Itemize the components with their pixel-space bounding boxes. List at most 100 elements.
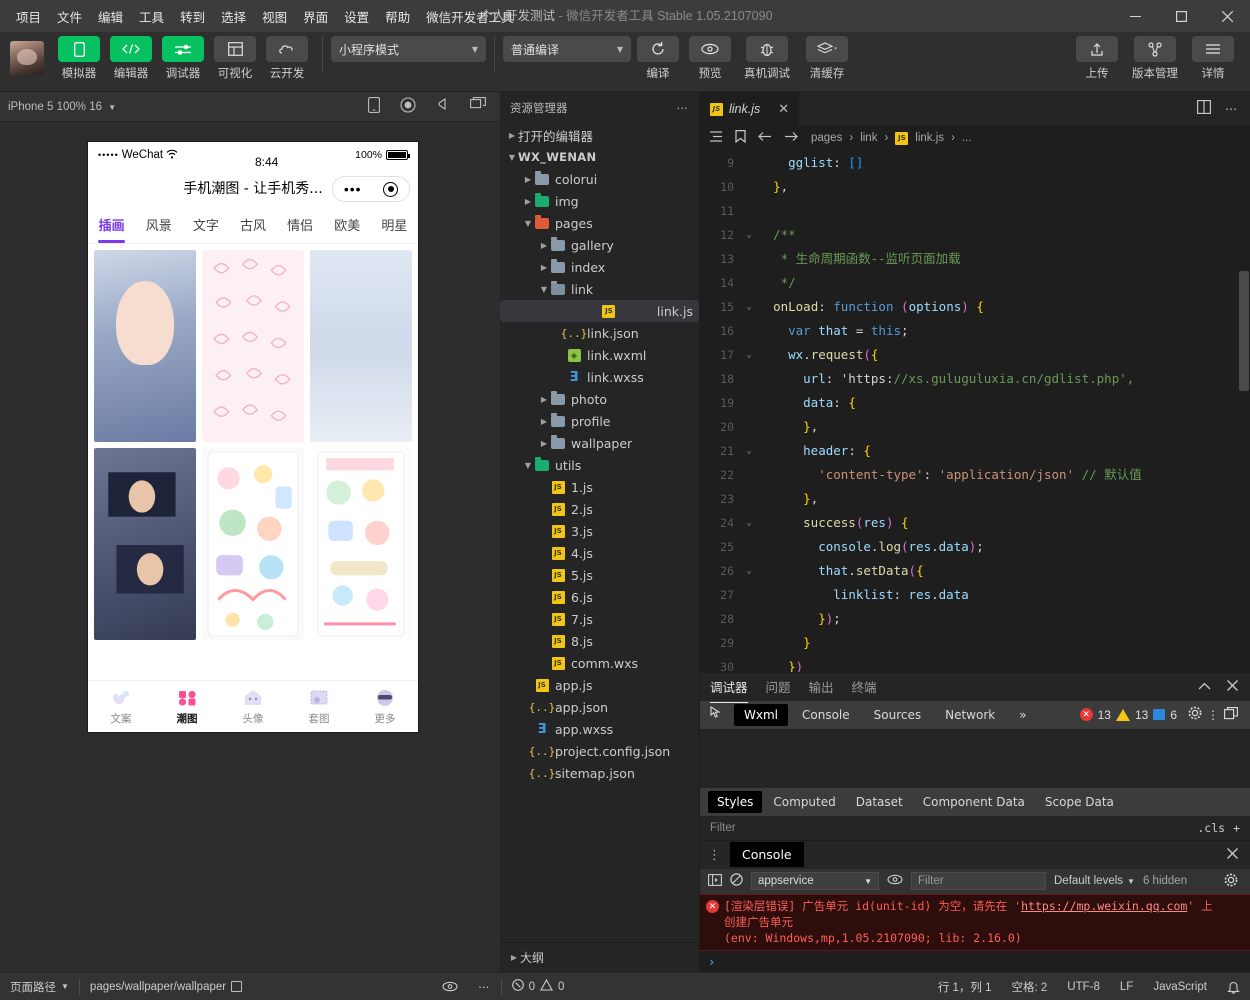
file-tree-item-project-config-json[interactable]: {..} project.config.json xyxy=(500,740,699,762)
file-tree-item-6-js[interactable]: JS 6.js xyxy=(500,586,699,608)
grid-item[interactable] xyxy=(310,448,412,640)
fold-chevron-icon[interactable]: ⌄ xyxy=(740,511,758,535)
close-icon[interactable]: ✕ xyxy=(778,101,789,117)
file-tree-item-link[interactable]: ▼ link xyxy=(500,278,699,300)
breadcrumb-file[interactable]: link.js xyxy=(915,132,944,144)
more-icon[interactable]: ⋯ xyxy=(1225,102,1238,116)
console-sidebar-toggle-icon[interactable] xyxy=(708,873,722,889)
screen-icon[interactable] xyxy=(470,97,486,116)
add-rule-button[interactable]: + xyxy=(1233,821,1240,835)
fold-chevron-icon[interactable]: ⌄ xyxy=(740,559,758,583)
fold-chevron-icon[interactable]: ⌄ xyxy=(740,223,758,247)
file-tree-item-gallery[interactable]: ▶ gallery xyxy=(500,234,699,256)
status-more[interactable]: ⋯ xyxy=(468,973,501,1000)
menu-item-edit[interactable]: 编辑 xyxy=(90,3,131,30)
editor-tab-linkjs[interactable]: JS link.js ✕ xyxy=(700,92,800,126)
file-tree-item-sitemap-json[interactable]: {..} sitemap.json xyxy=(500,762,699,784)
styles-tab-dataset[interactable]: Dataset xyxy=(847,791,912,813)
phone-tabbar-item-chaotu[interactable]: 潮图 xyxy=(154,681,220,732)
file-tree-item-7-js[interactable]: JS 7.js xyxy=(500,608,699,630)
file-tree-item-index[interactable]: ▶ index xyxy=(500,256,699,278)
styles-tab-scope-data[interactable]: Scope Data xyxy=(1036,791,1123,813)
breadcrumb-link[interactable]: link xyxy=(860,132,877,144)
fold-chevron-icon[interactable]: ⌄ xyxy=(740,295,758,319)
status-encoding[interactable]: UTF-8 xyxy=(1057,973,1110,1000)
bookmark-icon[interactable] xyxy=(735,130,746,146)
chevron-right-icon[interactable]: ▶ xyxy=(538,395,550,404)
toolbar-realdevice-button[interactable]: 真机调试 xyxy=(737,36,797,81)
status-indent[interactable]: 空格: 2 xyxy=(1002,973,1058,1000)
file-tree-item-img[interactable]: ▶ img xyxy=(500,190,699,212)
console-context-select[interactable]: appservice ▼ xyxy=(751,872,879,891)
devtools-tab-overflow[interactable]: » xyxy=(1009,704,1036,726)
styles-tab-computed[interactable]: Computed xyxy=(764,791,844,813)
code-area[interactable]: 9 gglist: [] 10 }, 11 12 ⌄ /** 13 * 生命周期函数--监… xyxy=(700,151,1250,672)
file-tree-item-link-json[interactable]: {..} link.json xyxy=(500,322,699,344)
file-tree-item-comm-wxs[interactable]: JS comm.wxs xyxy=(500,652,699,674)
file-tree-item-link-wxml[interactable]: ◈ link.wxml xyxy=(500,344,699,366)
compile-select[interactable]: 普通编译 ▼ xyxy=(503,36,631,62)
fold-chevron-icon[interactable]: ⌄ xyxy=(740,439,758,463)
console-prompt[interactable]: › xyxy=(700,951,1250,972)
menu-item-goto[interactable]: 转到 xyxy=(172,3,213,30)
menu-item-settings[interactable]: 设置 xyxy=(336,3,377,30)
capsule-more-icon[interactable]: ••• xyxy=(344,182,362,196)
phone-tab-qinglv[interactable]: 情侣 xyxy=(277,208,324,243)
device-selector[interactable]: iPhone 5 100% 16 ▼ xyxy=(8,101,116,113)
file-tree-item-profile[interactable]: ▶ profile xyxy=(500,410,699,432)
toolbar-details-button[interactable]: 详情 xyxy=(1188,36,1238,81)
chevron-right-icon[interactable]: ▶ xyxy=(506,131,518,140)
kebab-icon[interactable]: ⋮ xyxy=(708,847,722,863)
chevron-right-icon[interactable]: ▶ xyxy=(522,175,534,184)
console-levels-select[interactable]: Default levels ▼ xyxy=(1054,875,1135,887)
scrollbar-thumb[interactable] xyxy=(1239,271,1249,392)
chevron-down-icon[interactable]: ▼ xyxy=(538,285,550,294)
outline-icon[interactable] xyxy=(710,131,723,145)
phone-tabbar-item-gengduo[interactable]: 更多 xyxy=(352,681,418,732)
chevron-right-icon[interactable]: ▶ xyxy=(538,241,550,250)
avatar[interactable] xyxy=(10,41,44,75)
target-icon[interactable] xyxy=(383,181,399,197)
file-tree-item-app-json[interactable]: {..} app.json xyxy=(500,696,699,718)
collapse-icon[interactable] xyxy=(1198,680,1211,694)
devtools-tab-console[interactable]: Console xyxy=(792,704,860,726)
status-cursor-position[interactable]: 行 1，列 1 xyxy=(928,973,1002,1000)
phone-tabbar-item-wenan[interactable]: 文案 xyxy=(88,681,154,732)
editor-scrollbar[interactable] xyxy=(1236,151,1250,672)
back-arrow-icon[interactable] xyxy=(758,131,772,145)
close-button[interactable] xyxy=(1204,0,1250,32)
breadcrumb-ellipsis[interactable]: ... xyxy=(962,132,972,144)
grid-item[interactable] xyxy=(202,250,304,442)
clear-console-icon[interactable] xyxy=(730,873,743,889)
menu-item-interface[interactable]: 界面 xyxy=(295,3,336,30)
styles-filter-input[interactable]: Filter xyxy=(710,822,736,834)
devtools-tab-wxml[interactable]: Wxml xyxy=(734,703,788,726)
file-tree-item-3-js[interactable]: JS 3.js xyxy=(500,520,699,542)
mode-select[interactable]: 小程序模式 ▼ xyxy=(331,36,486,62)
devtools-tab-sources[interactable]: Sources xyxy=(864,704,931,726)
wechat-capsule[interactable]: ••• xyxy=(332,176,410,202)
status-eye[interactable] xyxy=(432,973,468,1000)
toolbar-visual-button[interactable]: 可视化 xyxy=(210,36,260,81)
file-tree-item-colorui[interactable]: ▶ colorui xyxy=(500,168,699,190)
styles-tab-component-data[interactable]: Component Data xyxy=(914,791,1034,813)
menu-item-project[interactable]: 项目 xyxy=(8,3,49,30)
chevron-right-icon[interactable]: ▶ xyxy=(522,197,534,206)
status-page-path-label[interactable]: 页面路径 ▼ xyxy=(0,973,79,1000)
phone-tab-mingxing[interactable]: 明星 xyxy=(371,208,418,243)
phone-tab-wenzi[interactable]: 文字 xyxy=(182,208,229,243)
chevron-down-icon[interactable]: ▼ xyxy=(522,219,534,228)
panel-tab-output[interactable]: 输出 xyxy=(809,672,834,701)
panel-tab-terminal[interactable]: 终端 xyxy=(852,672,877,701)
console-tab[interactable]: Console xyxy=(730,842,804,868)
file-tree-item-app-js[interactable]: JS app.js xyxy=(500,674,699,696)
chevron-right-icon[interactable]: ▶ xyxy=(538,439,550,448)
file-tree-item-5-js[interactable]: JS 5.js xyxy=(500,564,699,586)
error-link[interactable]: https://mp.weixin.qq.com xyxy=(1021,899,1187,913)
grid-item[interactable] xyxy=(94,448,196,640)
status-page-path[interactable]: pages/wallpaper/wallpaper xyxy=(80,973,252,1000)
inspect-element-icon[interactable] xyxy=(708,706,730,723)
file-tree-item-wallpaper[interactable]: ▶ wallpaper xyxy=(500,432,699,454)
more-icon[interactable]: ⋯ xyxy=(677,101,690,115)
chevron-right-icon[interactable]: ▶ xyxy=(538,263,550,272)
